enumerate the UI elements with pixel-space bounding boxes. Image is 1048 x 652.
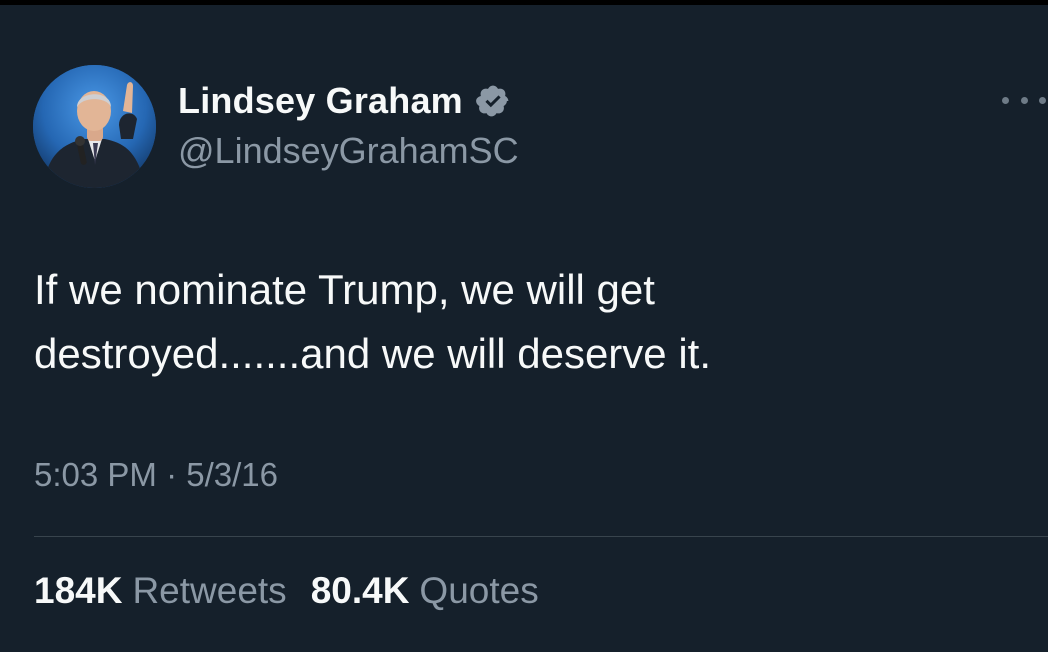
name-row: Lindsey Graham — [178, 80, 511, 122]
retweets-stat[interactable]: 184K Retweets — [34, 570, 287, 612]
tweet-time: 5:03 PM — [34, 456, 157, 493]
tweet-date: 5/3/16 — [186, 456, 278, 493]
quotes-label: Quotes — [419, 570, 539, 611]
more-options-icon[interactable] — [1002, 90, 1046, 110]
more-dot — [1002, 96, 1009, 104]
engagement-stats: 184K Retweets 80.4K Quotes — [34, 570, 563, 612]
verified-badge-icon — [476, 85, 509, 117]
tweet-card: Lindsey Graham @LindseyGrahamSC If we no… — [0, 0, 1048, 652]
avatar[interactable] — [33, 65, 156, 188]
quotes-count: 80.4K — [310, 570, 410, 611]
more-dot — [1020, 96, 1028, 104]
retweets-label: Retweets — [132, 570, 287, 611]
divider — [34, 536, 1048, 537]
user-handle[interactable]: @LindseyGrahamSC — [178, 130, 519, 172]
retweets-count: 184K — [34, 570, 123, 611]
quotes-stat[interactable]: 80.4K Quotes — [311, 570, 539, 612]
tweet-text: If we nominate Trump, we will get destro… — [34, 266, 711, 377]
profile-photo — [33, 65, 156, 188]
more-dot — [1039, 96, 1046, 104]
meta-separator: · — [166, 456, 187, 493]
top-edge — [0, 0, 1048, 5]
display-name[interactable]: Lindsey Graham — [178, 80, 463, 122]
tweet-timestamp[interactable]: 5:03 PM · 5/3/16 — [34, 456, 278, 494]
